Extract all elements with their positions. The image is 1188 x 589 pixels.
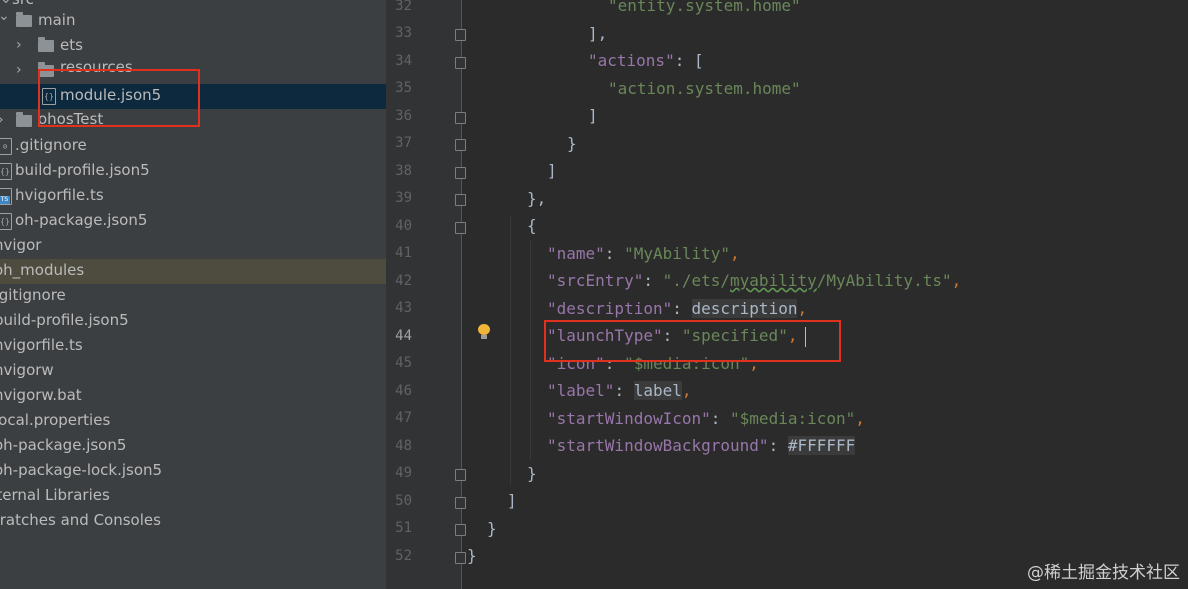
lightbulb-icon[interactable]: [477, 324, 491, 340]
line-number: 37: [395, 135, 412, 151]
line-number: 36: [395, 108, 412, 124]
code-editor[interactable]: [462, 0, 1188, 589]
code-line-50: ]: [507, 491, 517, 510]
code-line-52: }: [467, 546, 477, 565]
code-line-43: "description": description,: [547, 299, 808, 318]
fold-marker-icon[interactable]: [455, 57, 466, 69]
fold-marker-icon[interactable]: [455, 194, 466, 206]
line-number: 47: [395, 410, 412, 426]
tree-item-hvigor[interactable]: hvigor: [0, 234, 386, 259]
json5-file-icon: {}: [0, 163, 12, 180]
tree-item-hvigorw-bat[interactable]: hvigorw.bat: [0, 384, 386, 409]
tree-item-root-gitignore[interactable]: .gitignore: [0, 284, 386, 309]
line-number: 50: [395, 493, 412, 509]
line-number: 46: [395, 383, 412, 399]
fold-marker-icon[interactable]: [455, 167, 466, 179]
line-number: 38: [395, 163, 412, 179]
folder-icon: [16, 12, 32, 27]
code-line-42: "srcEntry": "./ets/myability/MyAbility.t…: [547, 271, 962, 290]
tree-item-external-libraries[interactable]: External Libraries: [0, 484, 386, 509]
ts-badge-icon: TS: [0, 196, 10, 204]
tree-item-root-build-profile[interactable]: build-profile.json5: [0, 309, 386, 334]
code-line-36: ]: [588, 106, 598, 125]
tree-item-local-properties[interactable]: local.properties: [0, 409, 386, 434]
code-line-46: "label": label,: [547, 381, 692, 400]
line-number: 48: [395, 438, 412, 454]
code-line-39: },: [527, 189, 547, 208]
code-line-35: "action.system.home": [608, 79, 801, 98]
json5-file-icon: {}: [0, 213, 12, 230]
tree-item-hvigorw[interactable]: hvigorw: [0, 359, 386, 384]
line-number: 33: [395, 25, 412, 41]
code-line-40: {: [527, 216, 537, 235]
folder-icon: [38, 37, 54, 52]
code-line-33: ],: [588, 24, 608, 43]
line-number: 39: [395, 190, 412, 206]
line-number-current: 44: [395, 328, 412, 344]
chevron-down-icon[interactable]: ⌄: [0, 8, 10, 24]
tree-item-root-hvigorfile[interactable]: hvigorfile.ts: [0, 334, 386, 359]
indent-guide: [510, 215, 511, 485]
watermark: @稀土掘金技术社区: [1027, 563, 1180, 583]
code-line-37: }: [567, 134, 577, 153]
tree-item-main[interactable]: ⌄ main: [0, 8, 386, 34]
line-number: 34: [395, 53, 412, 69]
tree-item-oh-modules[interactable]: oh_modules: [0, 259, 386, 284]
chevron-right-icon[interactable]: ›: [0, 112, 4, 128]
line-number: 49: [395, 465, 412, 481]
line-number: 32: [395, 0, 412, 14]
line-number: 40: [395, 218, 412, 234]
line-number: 41: [395, 245, 412, 261]
fold-marker-icon[interactable]: [455, 29, 466, 41]
tree-item-gitignore[interactable]: ⊘ .gitignore: [0, 134, 386, 159]
code-line-48: "startWindowBackground": #FFFFFF: [547, 436, 856, 455]
tree-item-ets[interactable]: › ets: [0, 34, 386, 59]
line-number: 35: [395, 80, 412, 96]
indent-guide: [530, 240, 531, 460]
highlight-box-launch-type: [544, 320, 841, 362]
gitignore-file-icon: ⊘: [0, 138, 12, 155]
fold-marker-icon[interactable]: [455, 112, 466, 124]
tree-item-root-oh-package[interactable]: oh-package.json5: [0, 434, 386, 459]
highlight-box-module-json5: [38, 69, 200, 127]
tree-item-oh-package-lock[interactable]: oh-package-lock.json5: [0, 459, 386, 484]
chevron-right-icon[interactable]: ›: [16, 37, 22, 53]
code-line-47: "startWindowIcon": "$media:icon",: [547, 409, 865, 428]
tree-item-hvigorfile[interactable]: TS hvigorfile.ts: [0, 184, 386, 209]
line-number: 51: [395, 520, 412, 536]
code-line-34: "actions": [: [588, 51, 704, 70]
folder-icon: [16, 112, 32, 127]
line-number: 45: [395, 355, 412, 371]
fold-marker-icon[interactable]: [455, 497, 466, 509]
tree-item-build-profile[interactable]: {} build-profile.json5: [0, 159, 386, 184]
line-number: 42: [395, 273, 412, 289]
fold-marker-icon[interactable]: [455, 139, 466, 151]
code-line-38: ]: [547, 161, 557, 180]
code-line-41: "name": "MyAbility",: [547, 244, 740, 263]
chevron-down-icon[interactable]: ⌄: [0, 0, 12, 7]
chevron-right-icon[interactable]: ›: [16, 62, 22, 78]
line-number: 52: [395, 548, 412, 564]
fold-marker-icon[interactable]: [455, 469, 466, 481]
fold-marker-icon[interactable]: [455, 222, 466, 234]
code-line-32: "entity.system.home": [608, 0, 801, 15]
tree-item-oh-package[interactable]: {} oh-package.json5: [0, 209, 386, 234]
code-line-51: }: [487, 519, 497, 538]
fold-marker-icon[interactable]: [455, 524, 466, 536]
fold-marker-icon[interactable]: [455, 552, 466, 564]
line-number: 43: [395, 300, 412, 316]
tree-item-scratches[interactable]: Scratches and Consoles: [0, 509, 386, 534]
code-line-49: }: [527, 464, 537, 483]
